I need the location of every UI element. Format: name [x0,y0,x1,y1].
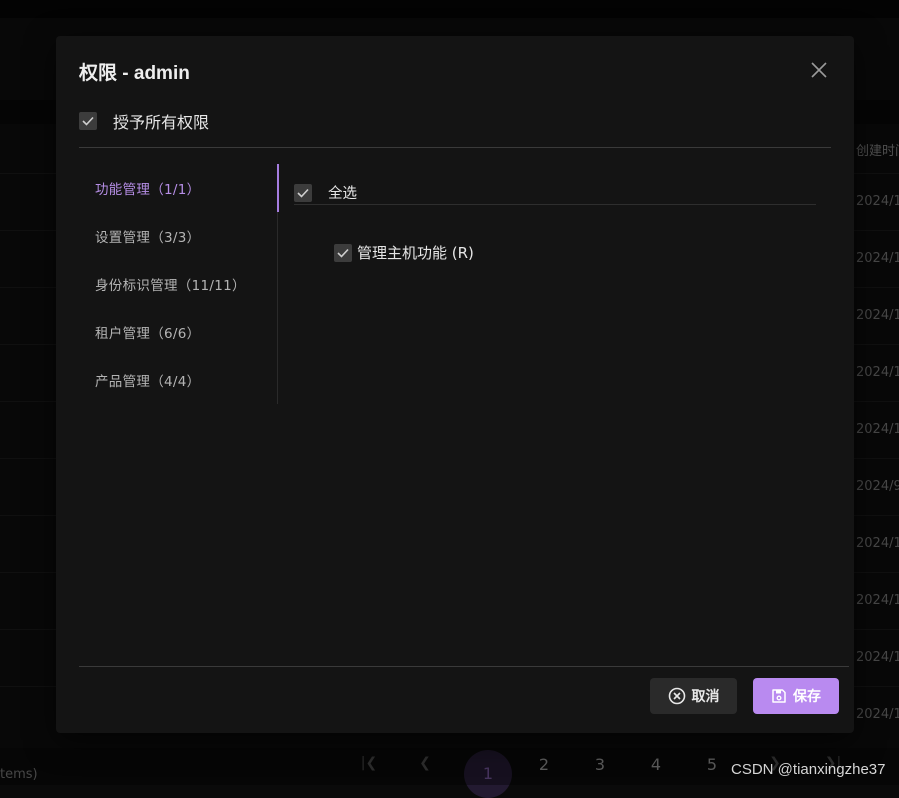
tab-identity-management[interactable]: 身份标识管理（11/11） [79,260,277,308]
save-button[interactable]: 保存 [753,678,839,714]
dialog-title: 权限 - admin [79,63,190,84]
tab-tenant-management[interactable]: 租户管理（6/6） [79,308,277,356]
grant-all-permissions-checkbox[interactable]: 授予所有权限 [79,109,209,133]
tab-feature-management[interactable]: 功能管理（1/1） [79,164,279,212]
select-all-label: 全选 [328,186,357,202]
select-all-checkbox[interactable]: 全选 [294,182,357,203]
circle-x-icon [668,687,686,705]
check-icon[interactable] [334,243,352,262]
watermark: CSDN @tianxingzhe37 [731,761,886,778]
close-icon[interactable] [810,61,828,79]
tab-setting-management[interactable]: 设置管理（3/3） [79,212,277,260]
permissions-dialog: 权限 - admin 授予所有权限 功能管理（1/1） 设置管理（3/3） 身份… [56,36,854,733]
divider [294,204,816,205]
floppy-disk-icon [771,688,787,704]
permission-group-tabs: 功能管理（1/1） 设置管理（3/3） 身份标识管理（11/11） 租户管理（6… [79,164,279,404]
permission-checkbox-manage-host-features[interactable]: 管理主机功能 (R) [334,242,474,263]
grant-all-label: 授予所有权限 [113,113,210,132]
tab-product-management[interactable]: 产品管理（4/4） [79,356,277,404]
check-icon[interactable] [79,112,97,130]
divider [79,666,849,667]
divider [79,147,831,148]
check-icon[interactable] [294,183,312,202]
cancel-label: 取消 [691,689,720,705]
permission-label: 管理主机功能 (R) [357,244,474,262]
save-label: 保存 [793,689,821,705]
cancel-button[interactable]: 取消 [650,678,737,714]
